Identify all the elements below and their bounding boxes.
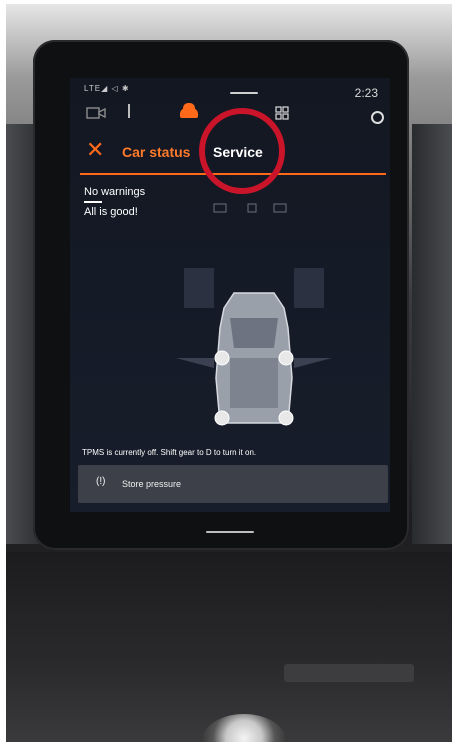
warnings-status: No warnings — [84, 186, 146, 198]
highlight-annotation — [199, 108, 285, 194]
clock: 2:23 — [354, 86, 378, 100]
signal-status: LTE◢ ◁ ✱ — [84, 84, 130, 93]
store-pressure-button[interactable]: (!) Store pressure — [78, 465, 388, 503]
tab-car-status[interactable]: Car status — [122, 144, 190, 160]
tpms-message: TPMS is currently off. Shift gear to D t… — [82, 448, 257, 457]
circle-icon[interactable] — [371, 111, 384, 124]
divider-icon — [128, 104, 130, 118]
bottom-handle[interactable] — [206, 531, 254, 533]
apps-grid-icon[interactable] — [275, 106, 289, 123]
camera-icon[interactable] — [86, 106, 106, 123]
car-icon[interactable] — [180, 103, 198, 118]
all-good-status: All is good! — [84, 206, 138, 218]
dashboard-right — [412, 124, 452, 544]
gear-knob — [202, 714, 286, 742]
car-topview — [174, 198, 334, 481]
top-handle[interactable] — [230, 92, 258, 94]
console-slot — [284, 664, 414, 682]
center-console — [6, 552, 452, 742]
tire-pressure-icon: (!) — [96, 476, 106, 487]
close-icon[interactable]: ✕ — [86, 139, 104, 161]
store-pressure-label: Store pressure — [122, 479, 182, 489]
warnings-underline — [84, 201, 102, 203]
